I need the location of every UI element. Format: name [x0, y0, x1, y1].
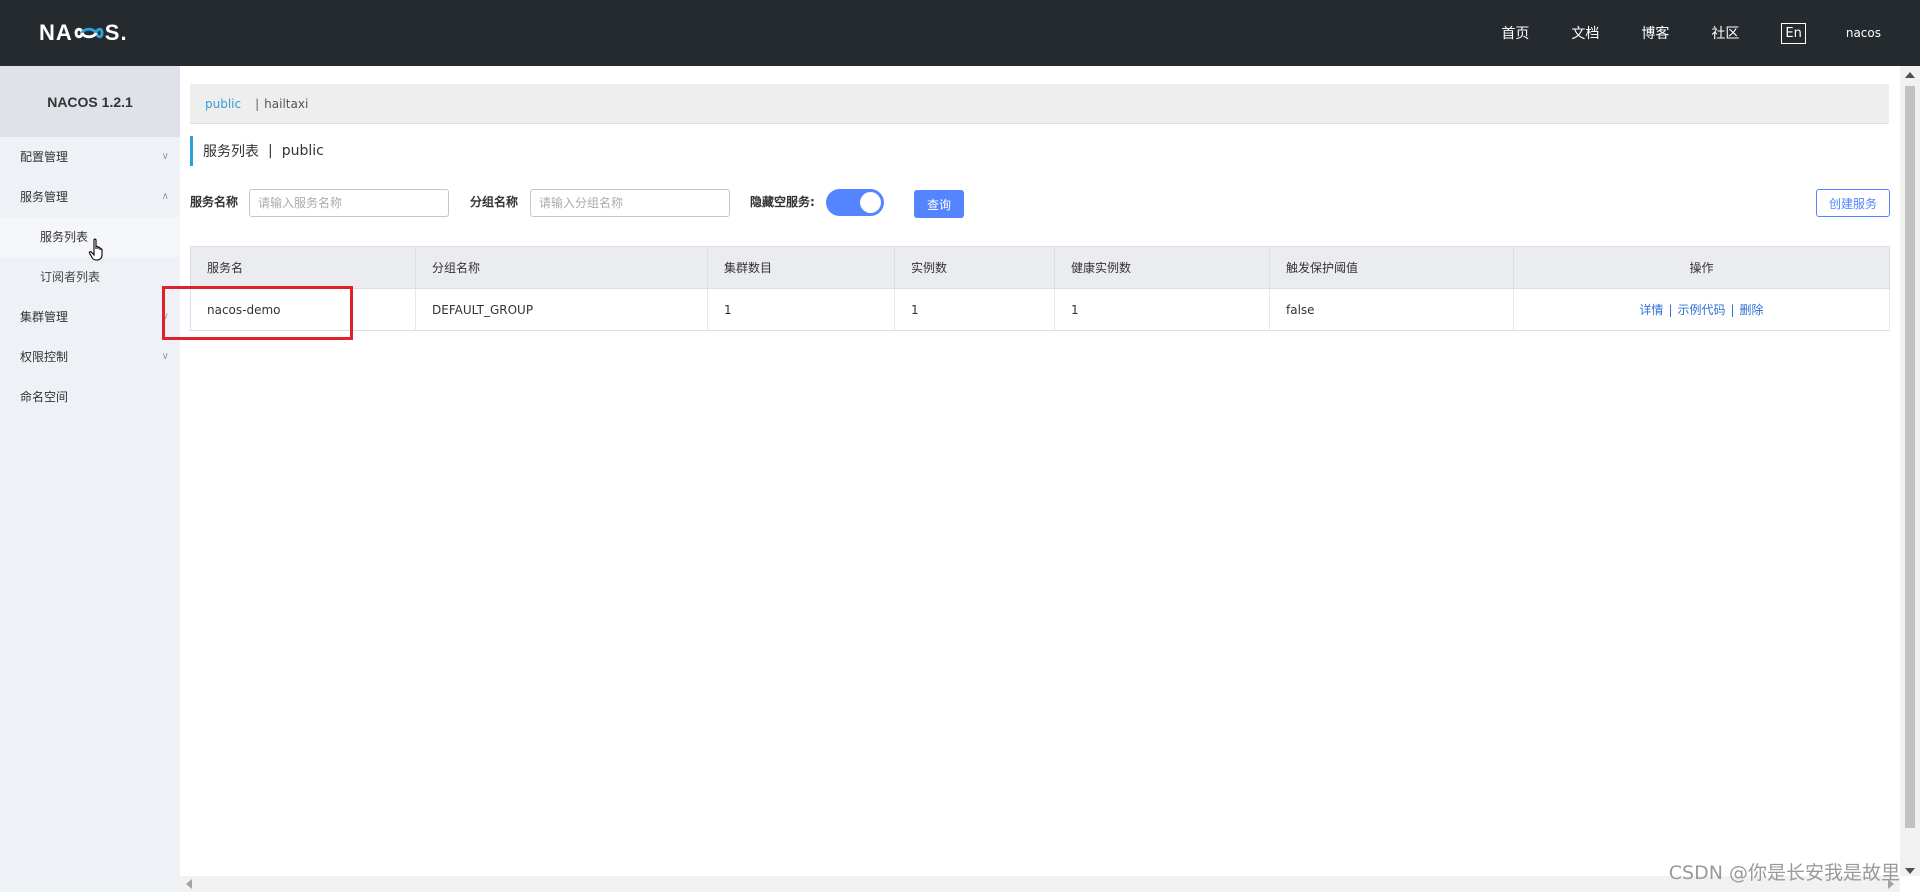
table-row: nacos-demo DEFAULT_GROUP 1 1 1 false 详情 |…	[190, 288, 1890, 331]
delete-link[interactable]: 删除	[1740, 303, 1764, 317]
cell-group-name: DEFAULT_GROUP	[415, 288, 708, 331]
scroll-down-arrow-icon[interactable]	[1905, 868, 1915, 874]
service-name-input[interactable]	[249, 189, 449, 217]
namespace-public[interactable]: public	[205, 97, 241, 111]
scroll-up-arrow-icon[interactable]	[1905, 72, 1915, 78]
sidebar-item-label: 权限控制	[20, 350, 69, 364]
sample-code-link[interactable]: 示例代码	[1677, 303, 1725, 317]
horizontal-scrollbar[interactable]	[180, 876, 1900, 892]
main-content: public | hailtaxi 服务列表 | public 服务名称 分组名…	[180, 66, 1900, 876]
scrollbar-thumb[interactable]	[1905, 86, 1915, 828]
create-service-button[interactable]: 创建服务	[1816, 189, 1890, 217]
scroll-left-arrow-icon[interactable]	[186, 879, 192, 889]
nav-docs[interactable]: 文档	[1571, 23, 1599, 43]
page-title-label: 服务列表	[203, 144, 259, 160]
sidebar-title: NACOS 1.2.1	[0, 66, 180, 137]
nav-home[interactable]: 首页	[1501, 23, 1529, 43]
column-header-instances: 实例数	[894, 246, 1055, 289]
sidebar-item-cluster[interactable]: 集群管理 ∨	[0, 297, 180, 337]
highlight-annotation-box	[162, 286, 353, 340]
cell-ops: 详情 | 示例代码 | 删除	[1513, 288, 1890, 331]
filter-bar: 服务名称 分组名称 隐藏空服务: 查询 创建服务	[190, 186, 1890, 218]
chevron-down-icon: ∨	[161, 351, 169, 362]
sidebar-item-auth[interactable]: 权限控制 ∨	[0, 337, 180, 377]
column-header-ops: 操作	[1513, 246, 1890, 289]
nacos-logo[interactable]: NA S.	[39, 20, 128, 46]
sidebar-item-service[interactable]: 服务管理 ∧	[0, 177, 180, 217]
toggle-knob	[860, 192, 881, 213]
infinity-logo-icon	[74, 24, 104, 42]
query-button[interactable]: 查询	[914, 190, 964, 218]
page-title-namespace: public	[281, 143, 324, 159]
group-name-input[interactable]	[530, 189, 730, 217]
column-header-group: 分组名称	[415, 246, 708, 289]
op-separator: |	[1668, 303, 1673, 317]
sidebar-item-label: 命名空间	[20, 390, 69, 404]
hide-empty-label: 隐藏空服务:	[750, 195, 815, 209]
hide-empty-toggle[interactable]	[826, 189, 884, 216]
user-menu[interactable]: nacos	[1846, 26, 1881, 40]
group-name-label: 分组名称	[470, 195, 519, 209]
page-title-separator: |	[268, 143, 273, 159]
cell-healthy: 1	[1054, 288, 1270, 331]
cell-clusters: 1	[707, 288, 895, 331]
sidebar-item-label: 服务管理	[20, 190, 69, 204]
nav-blog[interactable]: 博客	[1641, 23, 1669, 43]
column-header-clusters: 集群数目	[707, 246, 895, 289]
column-header-threshold: 触发保护阈值	[1269, 246, 1514, 289]
cell-threshold: false	[1269, 288, 1514, 331]
service-name-label: 服务名称	[190, 195, 239, 209]
vertical-scrollbar[interactable]	[1900, 66, 1920, 876]
watermark: CSDN @你是长安我是故里	[1668, 862, 1900, 884]
column-header-healthy: 健康实例数	[1054, 246, 1270, 289]
language-toggle[interactable]: En	[1781, 22, 1806, 44]
column-header-service: 服务名	[190, 246, 416, 289]
namespace-separator: |	[255, 96, 260, 111]
hand-pointer-icon	[88, 238, 106, 266]
sidebar: NACOS 1.2.1 配置管理 ∨ 服务管理 ∧ 服务列表 订阅者列表 集群管…	[0, 66, 180, 892]
top-nav: 首页 文档 博客 社区 En nacos	[1501, 0, 1920, 66]
nav-community[interactable]: 社区	[1711, 23, 1739, 43]
sidebar-item-label: 配置管理	[20, 150, 69, 164]
namespace-hailtaxi[interactable]: hailtaxi	[264, 97, 308, 111]
sidebar-item-config[interactable]: 配置管理 ∨	[0, 137, 180, 177]
op-separator: |	[1730, 303, 1735, 317]
page-title: 服务列表 | public	[190, 136, 324, 166]
detail-link[interactable]: 详情	[1639, 303, 1663, 317]
table-header-row: 服务名 分组名称 集群数目 实例数 健康实例数 触发保护阈值 操作	[190, 246, 1890, 289]
top-header: NA S. 首页 文档 博客 社区 En nacos	[0, 0, 1920, 66]
namespace-bar: public | hailtaxi	[190, 84, 1889, 124]
chevron-down-icon: ∨	[161, 151, 169, 162]
sidebar-item-label: 集群管理	[20, 310, 69, 324]
sidebar-item-namespace[interactable]: 命名空间	[0, 377, 180, 417]
service-table: 服务名 分组名称 集群数目 实例数 健康实例数 触发保护阈值 操作 nacos-…	[190, 246, 1890, 331]
cell-instances: 1	[894, 288, 1055, 331]
chevron-up-icon: ∧	[161, 191, 169, 202]
